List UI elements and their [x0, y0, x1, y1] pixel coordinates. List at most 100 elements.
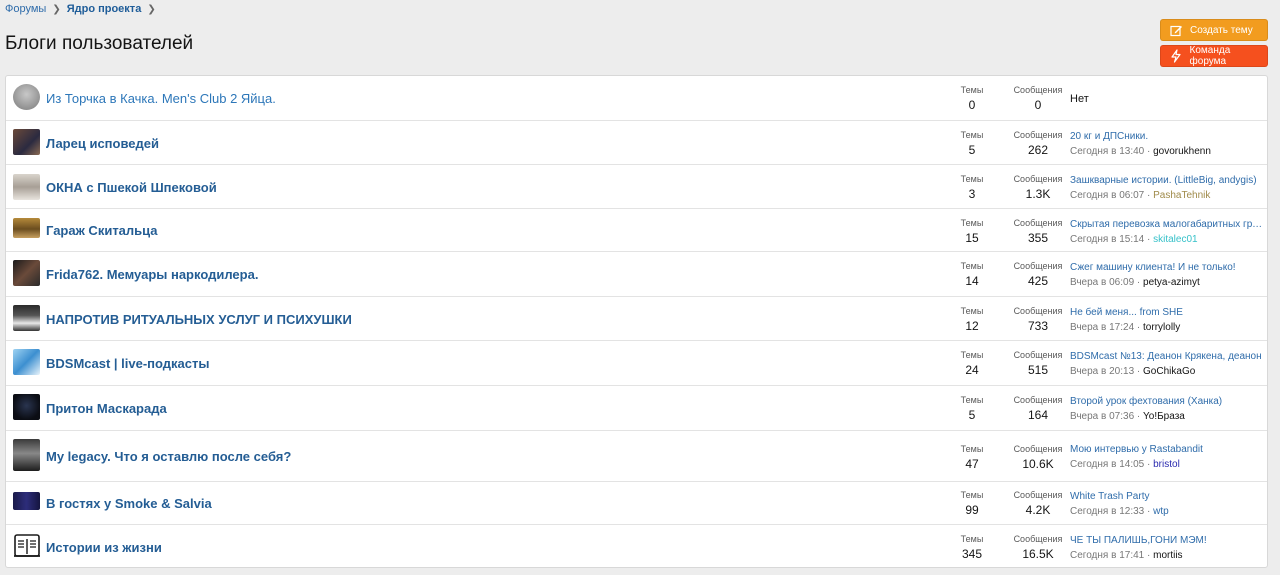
threads-label: Темы [960, 218, 984, 228]
threads-stat: Темы 24 [944, 350, 1000, 377]
node-title[interactable]: ОКНА с Пшекой Шпековой [46, 180, 217, 195]
threads-stat: Темы 3 [944, 174, 1000, 201]
last-post: Сжег машину клиента! И не только! Вчера … [1070, 262, 1265, 288]
last-post: 20 кг и ДПСники. Сегодня в 13:40 · govor… [1070, 131, 1265, 157]
threads-label: Темы [960, 490, 984, 500]
threads-label: Темы [960, 350, 984, 360]
pencil-square-icon [1169, 23, 1183, 37]
last-post-user[interactable]: PashaTehnik [1153, 190, 1210, 201]
last-post-user[interactable]: govorukhenn [1153, 146, 1211, 157]
node-avatar[interactable] [13, 439, 40, 471]
last-thread-link[interactable]: Мою интервью у Rastabandit [1070, 444, 1265, 455]
messages-stat: Сообщения 355 [1008, 218, 1068, 245]
node-title[interactable]: Frida762. Мемуары наркодилера. [46, 267, 258, 282]
node-title[interactable]: Ларец исповедей [46, 136, 159, 151]
last-thread-link[interactable]: ЧЕ ТЫ ПАЛИШЬ,ГОНИ МЭМ! [1070, 535, 1265, 546]
node-avatar[interactable] [13, 174, 40, 200]
node-row: Frida762. Мемуары наркодилера. Темы 14 С… [6, 252, 1267, 297]
last-post-time[interactable]: Сегодня в 17:41 [1070, 550, 1144, 561]
threads-label: Темы [960, 306, 984, 316]
threads-label: Темы [960, 444, 984, 454]
breadcrumb-forums[interactable]: Форумы [5, 3, 46, 15]
last-post-user[interactable]: skitalec01 [1153, 234, 1197, 245]
node-row: В гостях у Smoke & Salvia Темы 99 Сообще… [6, 482, 1267, 525]
last-post: Не бей меня... from SHE Вчера в 17:24 · … [1070, 307, 1265, 333]
last-thread-link[interactable]: 20 кг и ДПСники. [1070, 131, 1265, 142]
last-post-time[interactable]: Вчера в 06:09 [1070, 277, 1134, 288]
last-post-meta: Сегодня в 15:14 · skitalec01 [1070, 234, 1198, 245]
threads-label: Темы [960, 174, 984, 184]
last-post-time[interactable]: Вчера в 17:24 [1070, 322, 1134, 333]
threads-stat: Темы 0 [944, 85, 1000, 112]
threads-label: Темы [960, 395, 984, 405]
create-thread-button[interactable]: Создать тему [1160, 19, 1268, 41]
last-post-user[interactable]: GoChikaGo [1143, 366, 1195, 377]
last-post-time[interactable]: Сегодня в 14:05 [1070, 459, 1144, 470]
node-row: Ларец исповедей Темы 5 Сообщения 262 20 … [6, 121, 1267, 165]
threads-count: 345 [961, 547, 983, 561]
messages-count: 16.5K [1022, 547, 1054, 561]
last-post-time[interactable]: Вчера в 07:36 [1070, 411, 1134, 422]
messages-label: Сообщения [1013, 261, 1063, 271]
node-title[interactable]: BDSMcast | live-подкасты [46, 356, 209, 371]
forum-team-button[interactable]: Команда форума [1160, 45, 1268, 67]
last-post-user[interactable]: bristol [1153, 459, 1180, 470]
messages-stat: Сообщения 16.5K [1008, 534, 1068, 561]
no-posts-label: Нет [1070, 93, 1089, 105]
threads-stat: Темы 47 [944, 444, 1000, 471]
node-avatar[interactable] [13, 492, 40, 510]
node-avatar[interactable] [13, 305, 40, 331]
last-thread-link[interactable]: Зашкварные истории. (LittleBig, andygis) [1070, 175, 1265, 186]
last-post-meta: Вчера в 17:24 · torrylolly [1070, 322, 1181, 333]
threads-label: Темы [960, 85, 984, 95]
node-title[interactable]: Из Торчка в Качка. Men's Club 2 Яйца. [46, 91, 276, 106]
last-thread-link[interactable]: Сжег машину клиента! И не только! [1070, 262, 1265, 273]
messages-label: Сообщения [1013, 444, 1063, 454]
last-thread-link[interactable]: Скрытая перевозка малогабаритных грузов [1070, 219, 1265, 230]
last-post-user[interactable]: wtp [1153, 506, 1169, 517]
last-post-time[interactable]: Сегодня в 13:40 [1070, 146, 1144, 157]
messages-count: 1.3K [1025, 187, 1051, 201]
page-title: Блоги пользователей [5, 33, 194, 54]
book-icon[interactable] [13, 532, 41, 560]
last-post-user[interactable]: Yo!Бpаза [1143, 411, 1185, 422]
node-title[interactable]: В гостях у Smoke & Salvia [46, 496, 212, 511]
last-post-time[interactable]: Вчера в 20:13 [1070, 366, 1134, 377]
messages-label: Сообщения [1013, 174, 1063, 184]
messages-label: Сообщения [1013, 218, 1063, 228]
last-post: Мою интервью у Rastabandit Сегодня в 14:… [1070, 444, 1265, 470]
last-post-meta: Сегодня в 17:41 · mortiis [1070, 550, 1183, 561]
messages-label: Сообщения [1013, 85, 1063, 95]
messages-stat: Сообщения 4.2K [1008, 490, 1068, 517]
last-thread-link[interactable]: White Trash Party [1070, 491, 1265, 502]
last-thread-link[interactable]: Второй урок фехтования (Ханка) [1070, 396, 1265, 407]
breadcrumb-project-core[interactable]: Ядро проекта [67, 3, 142, 15]
last-post-user[interactable]: mortiis [1153, 550, 1182, 561]
node-title[interactable]: НАПРОТИВ РИТУАЛЬНЫХ УСЛУГ И ПСИХУШКИ [46, 312, 352, 327]
last-post: Скрытая перевозка малогабаритных грузов … [1070, 219, 1265, 245]
last-post-user[interactable]: petya-azimyt [1143, 277, 1200, 288]
last-post-user[interactable]: torrylolly [1143, 322, 1180, 333]
node-title[interactable]: My legacy. Что я оставлю после себя? [46, 449, 291, 464]
node-title[interactable]: Притон Маскарада [46, 401, 167, 416]
last-post-time[interactable]: Сегодня в 12:33 [1070, 506, 1144, 517]
node-avatar[interactable] [13, 349, 40, 375]
last-thread-link[interactable]: Не бей меня... from SHE [1070, 307, 1265, 318]
last-thread-link[interactable]: BDSMcast №13: Деанон Крякена, деанон [1070, 351, 1265, 362]
node-title[interactable]: Гараж Скитальца [46, 223, 158, 238]
forum-team-label: Команда форума [1189, 45, 1231, 67]
node-title[interactable]: Истории из жизни [46, 540, 162, 555]
chevron-right-icon: ❯ [147, 3, 156, 15]
last-post-time[interactable]: Сегодня в 15:14 [1070, 234, 1144, 245]
messages-count: 733 [1027, 319, 1049, 333]
node-row: My legacy. Что я оставлю после себя? Тем… [6, 431, 1267, 482]
messages-label: Сообщения [1013, 350, 1063, 360]
chevron-right-icon: ❯ [52, 3, 61, 15]
node-avatar[interactable] [13, 129, 40, 155]
node-avatar[interactable] [13, 218, 40, 238]
node-avatar[interactable] [13, 394, 40, 420]
node-avatar[interactable] [13, 84, 40, 110]
last-post-time[interactable]: Сегодня в 06:07 [1070, 190, 1144, 201]
node-avatar[interactable] [13, 260, 40, 286]
threads-count: 47 [965, 457, 979, 471]
